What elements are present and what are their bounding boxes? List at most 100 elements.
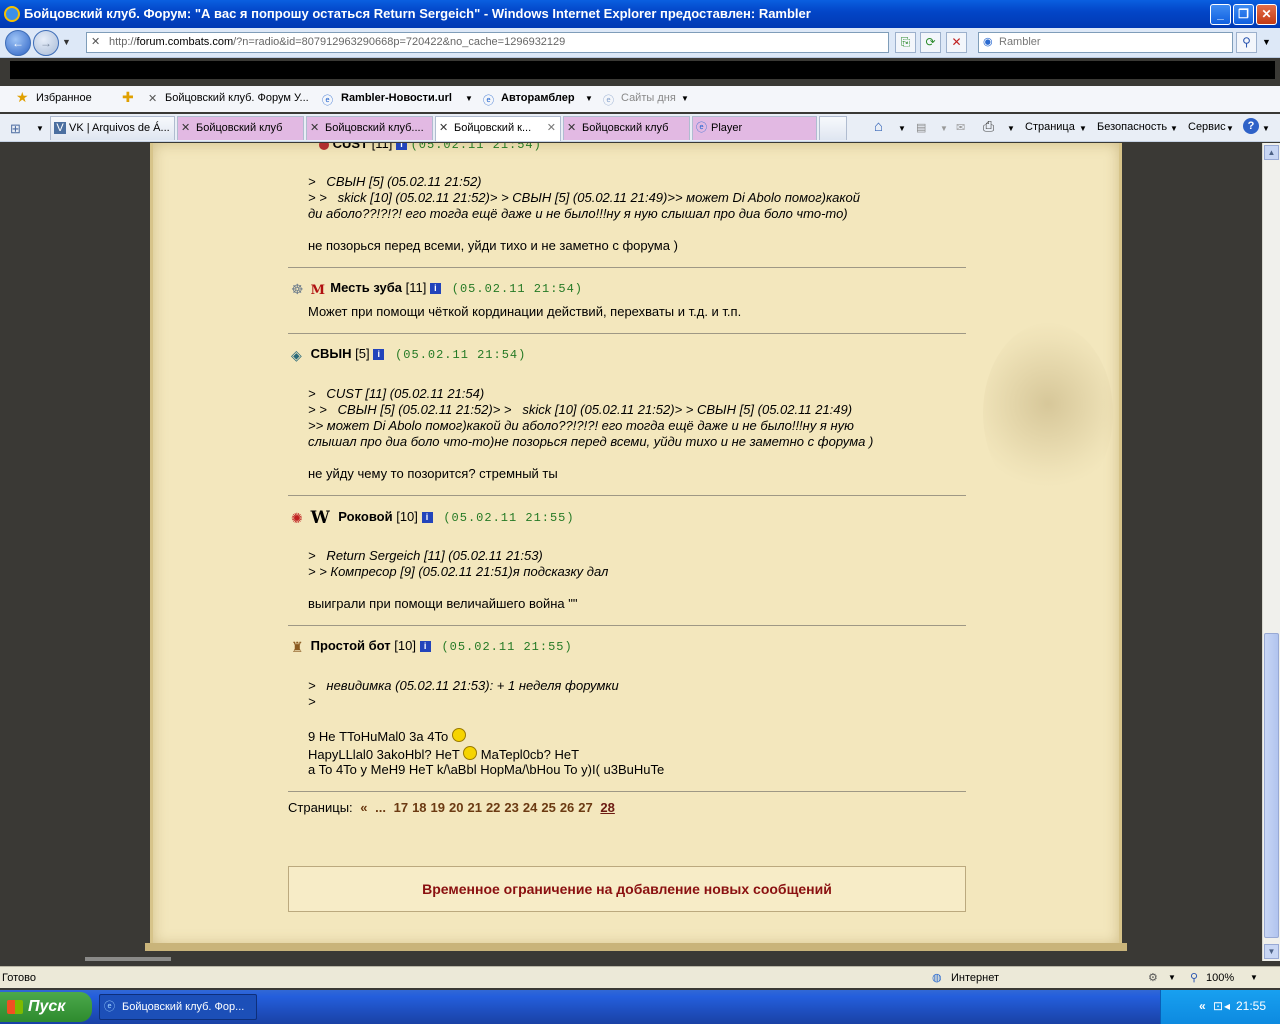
chevron-down-icon[interactable]: ▼: [940, 124, 948, 133]
page-link[interactable]: 23: [504, 800, 518, 815]
post-author[interactable]: Месть зуба: [330, 280, 402, 295]
chevron-down-icon[interactable]: ▼: [1250, 967, 1258, 989]
fav-item-combats[interactable]: Бойцовский клуб. Форум У...: [165, 92, 309, 104]
page-link[interactable]: 27: [578, 800, 592, 815]
post-date: (05.02.11 21:55): [443, 511, 575, 525]
protected-mode-icon[interactable]: ⚙: [1148, 967, 1158, 989]
tab-combats-2[interactable]: ✕ Бойцовский клуб....: [306, 116, 433, 140]
zoom-icon[interactable]: ⚲: [1190, 967, 1198, 989]
window-title-bar: Бойцовский клуб. Форум: "А вас я попрошу…: [0, 0, 1280, 28]
fav-item-sites-of-day[interactable]: Сайты дня: [621, 92, 676, 104]
fav-item-rambler-news[interactable]: Rambler-Новости.url: [341, 92, 452, 104]
info-icon[interactable]: i: [429, 283, 441, 294]
tab-player[interactable]: ⓔ Player: [692, 116, 817, 140]
info-icon[interactable]: i: [421, 512, 433, 523]
taskbar-ie-window[interactable]: ⓔ Бойцовский клуб. Фор...: [99, 994, 257, 1020]
page-ellipsis-link[interactable]: ...: [375, 800, 386, 815]
post-header: ◈ СВЫН [5] i (05.02.11 21:54): [291, 346, 526, 363]
chevron-down-icon[interactable]: ▼: [465, 94, 473, 103]
home-icon[interactable]: ⌂: [874, 118, 883, 135]
start-button[interactable]: Пуск: [0, 992, 92, 1022]
fav-item-autorambler[interactable]: Авторамблер: [501, 92, 575, 104]
ie-page-icon: ⓔ: [322, 95, 333, 107]
refresh-icon[interactable]: ⟳: [920, 32, 941, 53]
post-author[interactable]: СВЫН: [311, 346, 352, 361]
address-toolbar: ← → ▼ ✕ http://forum.combats.com/?n=radi…: [0, 28, 1280, 58]
maximize-button[interactable]: ❐: [1233, 4, 1254, 25]
post-author[interactable]: Роковой: [338, 509, 392, 524]
page-link[interactable]: 21: [467, 800, 481, 815]
network-icon[interactable]: ⊡: [1213, 999, 1223, 1013]
chevron-down-icon[interactable]: ▼: [1079, 124, 1087, 133]
start-label: Пуск: [28, 998, 66, 1015]
post-level: [10]: [394, 638, 416, 653]
stop-icon[interactable]: ✕: [946, 32, 967, 53]
post-author[interactable]: CUST: [333, 143, 368, 151]
favorites-button[interactable]: Избранное: [36, 92, 92, 104]
post-text-line: HapyLLlal0 3akoHbl? HeT MaTepl0cb? HeT: [308, 746, 579, 763]
chevron-down-icon[interactable]: ▼: [1226, 124, 1234, 133]
scroll-thumb[interactable]: [1264, 633, 1279, 938]
quick-tabs-icon[interactable]: ⊞: [10, 121, 21, 137]
chevron-down-icon[interactable]: ▼: [585, 94, 593, 103]
page-prev-link[interactable]: «: [360, 800, 367, 815]
mail-icon[interactable]: ✉: [956, 121, 965, 134]
post-author[interactable]: Простой бот: [311, 638, 391, 653]
print-icon[interactable]: ⎙: [983, 118, 994, 135]
search-go-icon[interactable]: ⚲: [1236, 32, 1257, 53]
search-options-icon[interactable]: ▼: [1262, 37, 1271, 47]
page-link[interactable]: 22: [486, 800, 500, 815]
service-menu[interactable]: Сервис: [1188, 121, 1226, 133]
feeds-icon[interactable]: ▤: [916, 121, 926, 134]
chevron-down-icon[interactable]: ▼: [1168, 967, 1176, 989]
volume-icon[interactable]: ◂: [1224, 999, 1230, 1013]
tab-combats-active[interactable]: ✕ Бойцовский к... ✕: [435, 116, 561, 141]
forward-button[interactable]: →: [33, 30, 59, 56]
tab-close-icon[interactable]: ✕: [547, 117, 556, 139]
page-link[interactable]: 20: [449, 800, 463, 815]
back-button[interactable]: ←: [5, 30, 31, 56]
clock[interactable]: 21:55: [1236, 999, 1266, 1013]
tab-combats-3[interactable]: ✕ Бойцовский клуб: [563, 116, 690, 140]
tab-vk[interactable]: V VK | Arquivos de Á...: [50, 116, 175, 140]
add-favorite-icon[interactable]: ✚: [122, 89, 134, 106]
tab-combats-1[interactable]: ✕ Бойцовский клуб: [177, 116, 304, 140]
page-link[interactable]: 18: [412, 800, 426, 815]
tab-label: Player: [711, 122, 743, 134]
minimize-button[interactable]: _: [1210, 4, 1231, 25]
align-icon: M: [310, 283, 326, 298]
page-link[interactable]: 19: [431, 800, 445, 815]
scroll-up-icon[interactable]: ▲: [1264, 145, 1279, 160]
quote-line: > СВЫН [5] (05.02.11 21:52): [308, 174, 482, 189]
compat-view-icon[interactable]: ⎘: [895, 32, 916, 53]
close-button[interactable]: ✕: [1256, 4, 1277, 25]
chevron-down-icon[interactable]: ▼: [1262, 124, 1270, 133]
tab-list-icon[interactable]: ▼: [36, 124, 44, 133]
page-link[interactable]: 24: [523, 800, 537, 815]
info-icon[interactable]: i: [419, 641, 431, 652]
page-link[interactable]: 25: [541, 800, 555, 815]
scroll-down-icon[interactable]: ▼: [1264, 944, 1279, 959]
chevron-down-icon[interactable]: ▼: [1170, 124, 1178, 133]
vertical-scrollbar[interactable]: ▲ ▼: [1262, 143, 1280, 961]
search-input[interactable]: ◉ Rambler: [978, 32, 1233, 53]
new-tab-button[interactable]: [819, 116, 847, 140]
security-zone[interactable]: Интернет: [951, 967, 999, 989]
chevron-down-icon[interactable]: ▼: [898, 124, 906, 133]
zoom-level[interactable]: 100%: [1206, 967, 1234, 989]
address-input[interactable]: ✕ http://forum.combats.com/?n=radio&id=8…: [86, 32, 889, 53]
chevron-down-icon[interactable]: ▼: [1007, 124, 1015, 133]
ie-logo-icon: [4, 6, 20, 22]
page-link[interactable]: 26: [560, 800, 574, 815]
page-link[interactable]: 17: [394, 800, 408, 815]
post-text: MaTepl0cb? HeT: [480, 747, 580, 762]
chevron-down-icon[interactable]: ▼: [681, 94, 689, 103]
history-dropdown-icon[interactable]: ▼: [62, 37, 71, 47]
help-icon[interactable]: ?: [1243, 118, 1259, 134]
info-icon[interactable]: i: [373, 349, 385, 360]
page-menu[interactable]: Страница: [1025, 121, 1075, 133]
safety-menu[interactable]: Безопасность: [1097, 121, 1167, 133]
info-icon[interactable]: i: [395, 143, 407, 150]
post-level: [11]: [371, 143, 393, 151]
tray-expand-icon[interactable]: «: [1199, 999, 1206, 1013]
